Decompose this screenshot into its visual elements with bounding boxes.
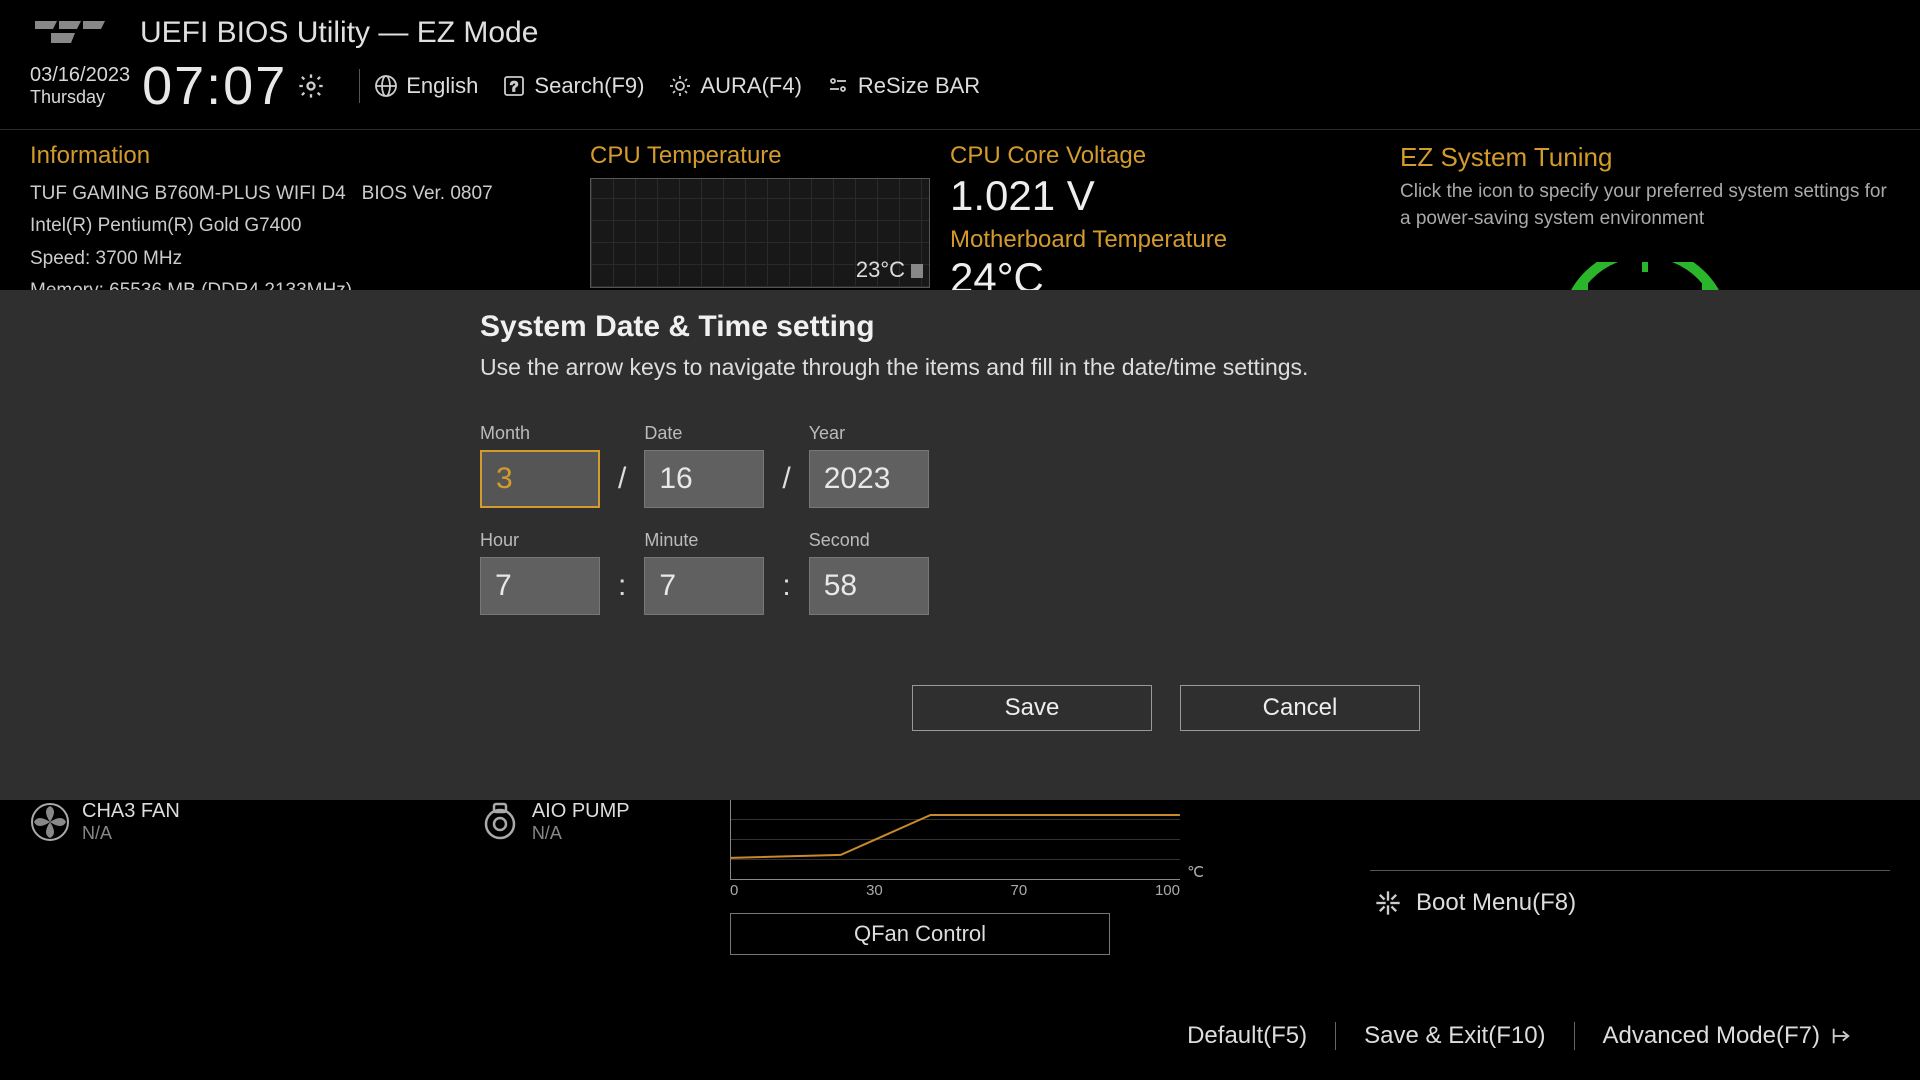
modal-title: System Date & Time setting (480, 310, 1920, 344)
fan-axis-100: 100 (1155, 882, 1180, 899)
fan-icon (30, 802, 70, 842)
aura-label: AURA(F4) (700, 73, 801, 99)
datetime-modal: System Date & Time setting Use the arrow… (0, 290, 1920, 800)
cha3-fan-value: N/A (82, 823, 180, 844)
boot-icon (1374, 889, 1402, 917)
aio-pump-value: N/A (532, 823, 630, 844)
language-label: English (406, 73, 478, 99)
brand-logo (30, 10, 110, 55)
globe-icon (374, 74, 398, 98)
cpu-temp-title: CPU Temperature (590, 142, 930, 170)
qfan-control-button[interactable]: QFan Control (730, 913, 1110, 955)
date-input[interactable]: 16 (644, 450, 764, 508)
aio-pump-item: AIO PUMP N/A (480, 800, 630, 844)
month-label: Month (480, 423, 600, 444)
fan-axis-30: 30 (866, 882, 883, 899)
minute-input[interactable]: 7 (644, 557, 764, 615)
date-label: Date (644, 423, 764, 444)
resizebar-tool[interactable]: ReSize BAR (826, 73, 980, 99)
svg-text:?: ? (511, 78, 519, 94)
hour-label: Hour (480, 530, 600, 551)
info-board: TUF GAMING B760M-PLUS WIFI D4 (30, 178, 346, 210)
aio-pump-label: AIO PUMP (532, 800, 630, 823)
aura-tool[interactable]: AURA(F4) (668, 73, 801, 99)
side-right-panel: Boot Menu(F8) (1370, 870, 1890, 935)
header-date: 03/16/2023 (30, 64, 130, 87)
ez-tuning-desc: Click the icon to specify your preferred… (1400, 179, 1890, 232)
modal-description: Use the arrow keys to navigate through t… (480, 352, 1380, 383)
header-bar: UEFI BIOS Utility — EZ Mode (0, 0, 1920, 55)
language-selector[interactable]: English (374, 73, 478, 99)
sliders-icon (826, 74, 850, 98)
exit-arrow-icon (1830, 1025, 1852, 1047)
default-button[interactable]: Default(F5) (1159, 1022, 1335, 1050)
info-speed: Speed: 3700 MHz (30, 243, 590, 275)
fan-axis-70: 70 (1011, 882, 1028, 899)
info-title: Information (30, 142, 590, 170)
help-icon: ? (502, 74, 526, 98)
advanced-mode-button[interactable]: Advanced Mode(F7) (1575, 1022, 1880, 1050)
cha3-fan-label: CHA3 FAN (82, 800, 180, 823)
fan-axis-unit: ℃ (1187, 863, 1204, 881)
save-button[interactable]: Save (912, 685, 1152, 731)
cpu-temp-value: 23°C (856, 257, 923, 283)
fan-axis-0: 0 (730, 882, 738, 899)
cha3-fan-item: CHA3 FAN N/A (30, 800, 180, 844)
year-input[interactable]: 2023 (809, 450, 929, 508)
settings-gear-icon[interactable] (297, 72, 325, 100)
boot-menu-button[interactable]: Boot Menu(F8) (1370, 871, 1890, 935)
search-label: Search(F9) (534, 73, 644, 99)
cpu-temp-graph: 23°C (590, 178, 930, 288)
header-day: Thursday (30, 87, 130, 108)
boot-menu-label: Boot Menu(F8) (1416, 889, 1576, 917)
cancel-button[interactable]: Cancel (1180, 685, 1420, 731)
fan-graph-panel: ℃ 0 30 70 100 QFan Control (730, 800, 1180, 955)
info-cpu: Intel(R) Pentium(R) Gold G7400 (30, 210, 590, 242)
month-input[interactable]: 3 (480, 450, 600, 508)
footer-bar: Default(F5) Save & Exit(F10) Advanced Mo… (0, 1022, 1920, 1050)
second-label: Second (809, 530, 929, 551)
mbtemp-title: Motherboard Temperature (950, 226, 1400, 254)
header-toolbar: 03/16/2023 Thursday 07:07 English ? Sear… (0, 55, 1920, 130)
ez-tuning-title: EZ System Tuning (1400, 142, 1890, 173)
minute-label: Minute (644, 530, 764, 551)
save-exit-button[interactable]: Save & Exit(F10) (1336, 1022, 1573, 1050)
hour-input[interactable]: 7 (480, 557, 600, 615)
search-tool[interactable]: ? Search(F9) (502, 73, 644, 99)
header-time: 07:07 (142, 55, 287, 117)
app-title: UEFI BIOS Utility — EZ Mode (140, 16, 538, 50)
voltage-value: 1.021 V (950, 172, 1400, 220)
second-input[interactable]: 58 (809, 557, 929, 615)
info-biosver: BIOS Ver. 0807 (362, 178, 493, 210)
pump-icon (480, 802, 520, 842)
year-label: Year (809, 423, 929, 444)
fan-curve (731, 800, 1180, 880)
voltage-title: CPU Core Voltage (950, 142, 1400, 170)
sun-icon (668, 74, 692, 98)
resizebar-label: ReSize BAR (858, 73, 980, 99)
